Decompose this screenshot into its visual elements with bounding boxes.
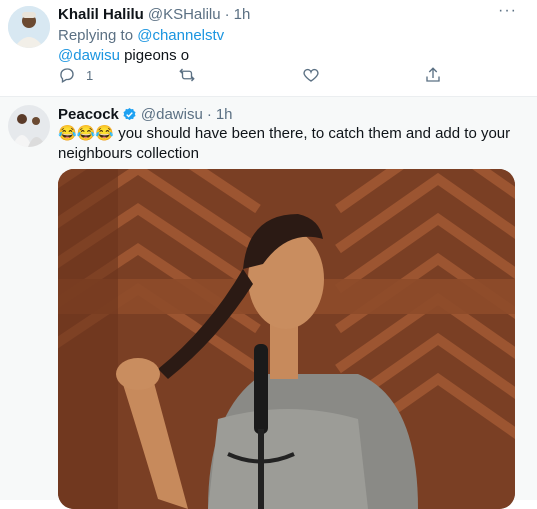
- author-handle[interactable]: @dawisu: [141, 106, 203, 123]
- separator-dot: ·: [224, 6, 230, 23]
- tweet-time[interactable]: 1h: [216, 106, 233, 123]
- tweet-text-line2: neighbours collection: [58, 145, 199, 162]
- author-name[interactable]: Khalil Halilu: [58, 6, 144, 23]
- tweet-actions: 1: [58, 66, 478, 88]
- retweet-button[interactable]: [178, 66, 196, 84]
- avatar-khalil[interactable]: [8, 6, 50, 48]
- heart-icon: [303, 68, 319, 82]
- separator-dot: ·: [206, 106, 212, 123]
- media-image: [58, 169, 515, 509]
- like-button[interactable]: [302, 66, 320, 84]
- tweet-media-gif[interactable]: [58, 169, 515, 509]
- replying-to-link[interactable]: @channelstv: [137, 27, 224, 44]
- tweet-text: pigeons o: [119, 47, 190, 64]
- share-button[interactable]: [424, 66, 442, 84]
- more-options-icon[interactable]: ···: [498, 2, 517, 20]
- author-name[interactable]: Peacock: [58, 106, 119, 123]
- reply-icon: [60, 68, 74, 83]
- author-handle[interactable]: @KSHalilu: [148, 6, 221, 23]
- tweet-time[interactable]: 1h: [234, 6, 251, 23]
- tweet-peacock[interactable]: Peacock @dawisu · 1h 😂😂😂 you should have…: [0, 97, 537, 509]
- avatar-peacock[interactable]: [8, 105, 50, 147]
- replying-label: Replying to: [58, 27, 134, 44]
- verified-badge-icon: [123, 107, 136, 121]
- tweet-khalil[interactable]: Khalil Halilu @KSHalilu · 1h ··· Replyin…: [0, 0, 537, 97]
- retweet-icon: [179, 68, 195, 82]
- mention-link[interactable]: @dawisu: [58, 47, 120, 64]
- emoji-laughing: 😂😂😂: [58, 125, 115, 142]
- share-icon: [426, 67, 440, 82]
- reply-button[interactable]: 1: [58, 66, 93, 84]
- reply-count: 1: [86, 67, 94, 83]
- tweet-text-line1: you should have been there, to catch the…: [114, 125, 511, 142]
